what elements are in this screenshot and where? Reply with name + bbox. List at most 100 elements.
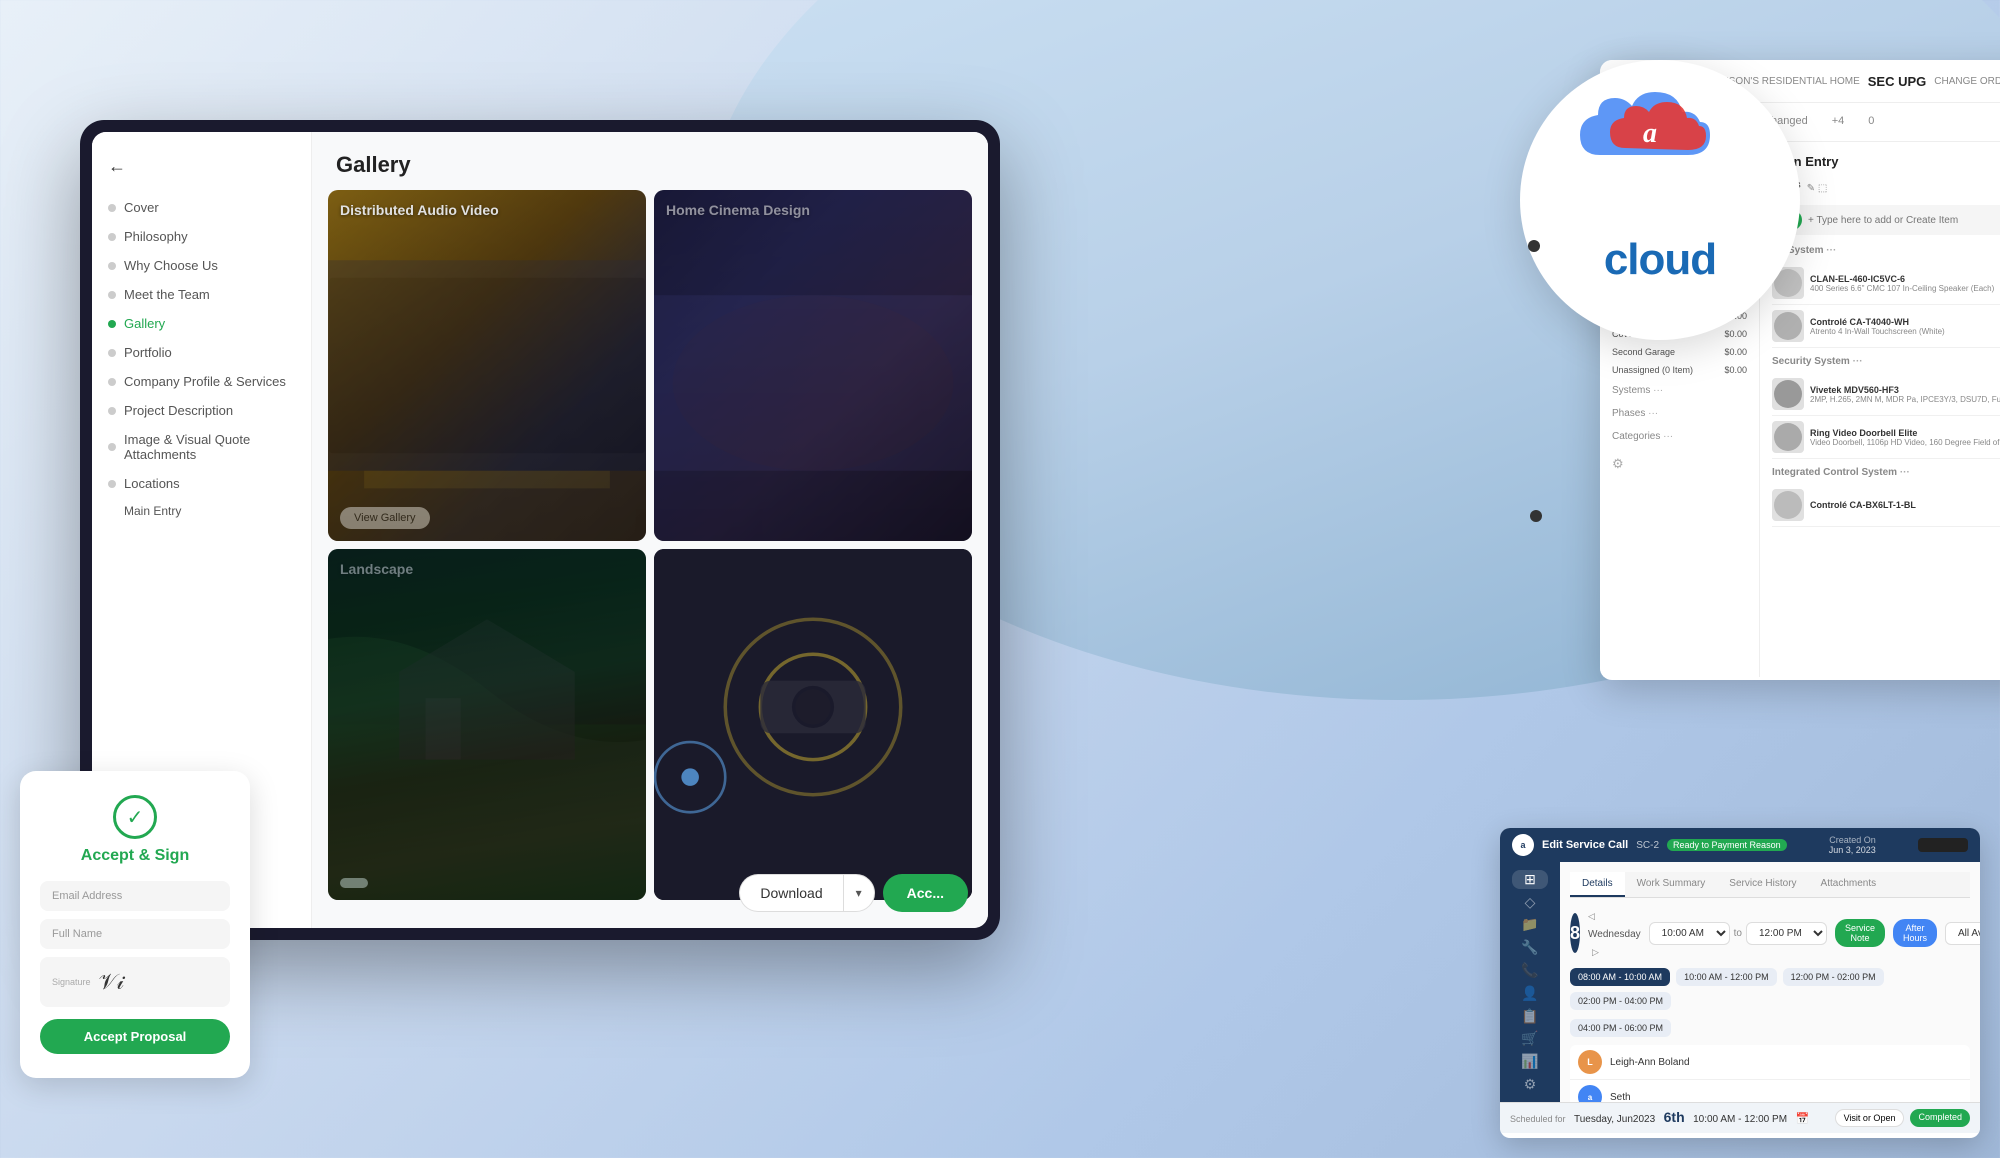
sp-nav-settings[interactable]: ⚙ <box>1512 1075 1548 1094</box>
sidebar-dot <box>108 262 116 270</box>
co-location-unassigned[interactable]: Unassigned (0 Item) $0.00 <box>1600 361 1759 379</box>
co-add-item-input[interactable] <box>1808 215 2000 226</box>
signature-area[interactable]: Signature 𝒱𝒾 <box>40 957 230 1007</box>
sp-tab-work-summary[interactable]: Work Summary <box>1625 872 1718 897</box>
acloud-text-label: cloud <box>1604 235 1716 285</box>
sp-date-badge: 8 <box>1570 913 1580 953</box>
email-field[interactable]: Email Address <box>40 881 230 911</box>
sp-created-info: Created On Jun 3, 2023 <box>1829 835 1876 855</box>
sp-nav-call[interactable]: 📞 <box>1512 961 1548 980</box>
sp-available-resources-select[interactable]: All Available Resources <box>1945 922 1980 945</box>
sp-nav-dashboard[interactable]: ⊞ <box>1512 870 1548 889</box>
co-location-second-garage[interactable]: Second Garage $0.00 <box>1600 343 1759 361</box>
sidebar-item-portfolio[interactable]: Portfolio <box>92 338 311 367</box>
sidebar-item-image-visual[interactable]: Image & Visual Quote Attachments <box>92 425 311 469</box>
download-button[interactable]: Download <box>739 874 842 912</box>
sp-body: ⊞ ◇ 📁 🔧 📞 👤 📋 🛒 📊 ⚙ Details Work Summary… <box>1500 862 1980 1102</box>
co-title: SEC UPG <box>1868 74 1927 89</box>
sp-time-from-select[interactable]: 10:00 AM <box>1649 922 1730 945</box>
co-settings-icon[interactable]: ⚙ <box>1600 448 1759 480</box>
sidebar-item-why-choose[interactable]: Why Choose Us <box>92 251 311 280</box>
sp-nav-service[interactable]: 🔧 <box>1512 938 1548 957</box>
sp-tab-service-history[interactable]: Service History <box>1717 872 1808 897</box>
gallery-item-landscape[interactable]: Landscape <box>328 549 646 900</box>
sp-nav-contacts[interactable]: 👤 <box>1512 984 1548 1003</box>
download-dropdown-btn[interactable]: ▾ <box>843 874 875 912</box>
cloud-svg: a <box>1570 80 1750 180</box>
sp-service-note-btn[interactable]: Service Note <box>1835 919 1885 947</box>
co-item-model: Ring Video Doorbell Elite <box>1810 428 2000 438</box>
sp-created-label: Created On <box>1829 835 1876 845</box>
notification-dot-2 <box>1530 510 1542 522</box>
co-item-row: Controlé CA-T4040-WH Atrento 4 In-Wall T… <box>1772 305 2000 348</box>
sp-tab-details[interactable]: Details <box>1570 872 1625 897</box>
co-item-row: CLAN-EL-460-IC5VC-6 400 Series 6.6" CMC … <box>1772 262 2000 305</box>
sp-tab-attachments[interactable]: Attachments <box>1809 872 1889 897</box>
full-name-field[interactable]: Full Name <box>40 919 230 949</box>
gallery-item-surveillance: Video Surveillance <box>654 549 972 900</box>
accept-proposal-btn[interactable]: Acc... <box>883 874 968 912</box>
co-item-thumbnail <box>1774 491 1802 519</box>
sidebar-item-company-profile[interactable]: Company Profile & Services <box>92 367 311 396</box>
sidebar-item-meet-team[interactable]: Meet the Team <box>92 280 311 309</box>
sp-nav-projects[interactable]: 📁 <box>1512 916 1548 935</box>
co-item-desc: Atrento 4 In-Wall Touchscreen (White) <box>1810 327 2000 336</box>
sidebar-item-philosophy[interactable]: Philosophy <box>92 222 311 251</box>
co-item-info: Controlé CA-T4040-WH Atrento 4 In-Wall T… <box>1810 317 2000 336</box>
accept-check-icon: ✓ <box>40 795 230 839</box>
co-item-img <box>1772 421 1804 453</box>
sidebar-item-project-desc[interactable]: Project Description <box>92 396 311 425</box>
sp-staff-row-1: a Seth <box>1570 1080 1970 1102</box>
sp-slot-1[interactable]: 10:00 AM - 12:00 PM <box>1676 968 1777 986</box>
sidebar-back-btn[interactable]: ← <box>92 148 311 193</box>
sp-slot-2[interactable]: 12:00 PM - 02:00 PM <box>1783 968 1884 986</box>
sidebar-item-gallery[interactable]: Gallery <box>92 309 311 338</box>
accept-proposal-button[interactable]: Accept Proposal <box>40 1019 230 1054</box>
sp-form-row: 8 ◁ Wednesday ▷ 10:00 AM to 12:00 PM Ser… <box>1570 906 1970 960</box>
co-item-info: CLAN-EL-460-IC5VC-6 400 Series 6.6" CMC … <box>1810 274 2000 293</box>
co-phases-section[interactable]: Phases ··· <box>1600 402 1759 425</box>
co-security-system-header: Security System ··· <box>1772 356 2000 367</box>
co-systems-section[interactable]: Systems ··· <box>1600 379 1759 402</box>
co-items-icons: ✎ ⬚ <box>1807 183 1828 194</box>
co-tab-0[interactable]: 0 <box>1856 107 1886 137</box>
sp-footer-actions: Visit or Open Completed <box>1835 1109 1970 1127</box>
sidebar-item-locations[interactable]: Locations <box>92 469 311 498</box>
sp-nav-reports[interactable]: 📊 <box>1512 1052 1548 1071</box>
sp-header: a Edit Service Call SC-2 Ready to Paymen… <box>1500 828 1980 862</box>
co-item-model: CLAN-EL-460-IC5VC-6 <box>1810 274 2000 284</box>
sp-after-hours-btn[interactable]: After Hours <box>1893 919 1937 947</box>
sp-completed-badge: Completed <box>1910 1109 1970 1127</box>
co-categories-section[interactable]: Categories ··· <box>1600 425 1759 448</box>
check-circle: ✓ <box>113 795 157 839</box>
sp-nav-catalogue[interactable]: 📋 <box>1512 1007 1548 1026</box>
sp-color-swatch <box>1918 838 1968 852</box>
gallery-item-audio-video[interactable]: Distributed Audio Video View Gallery <box>328 190 646 541</box>
co-item-thumbnail <box>1774 380 1802 408</box>
sp-slot-3[interactable]: 02:00 PM - 04:00 PM <box>1570 992 1671 1010</box>
sp-nav-orders[interactable]: 🛒 <box>1512 1030 1548 1049</box>
sidebar-item-cover[interactable]: Cover <box>92 193 311 222</box>
sp-slot-extra[interactable]: 04:00 PM - 06:00 PM <box>1570 1019 1671 1037</box>
sidebar-dot <box>108 233 116 241</box>
sp-title: Edit Service Call <box>1542 839 1628 851</box>
sp-staff-name-1: Seth <box>1610 1092 1962 1103</box>
sp-main-area: Details Work Summary Service History Att… <box>1560 862 1980 1102</box>
co-item-model: Controlé CA-BX6LT-1-BL <box>1810 500 2000 510</box>
notification-dot-1 <box>1528 240 1540 252</box>
co-item-row: Vivetek MDV560-HF3 2MP, H.265, 2MN M, MD… <box>1772 373 2000 416</box>
co-add-item-row[interactable]: + <box>1772 205 2000 235</box>
sp-time-range: 10:00 AM to 12:00 PM <box>1649 922 1827 945</box>
co-integrated-system-header: Integrated Control System ··· <box>1772 467 2000 478</box>
sp-slot-0[interactable]: 08:00 AM - 10:00 AM <box>1570 968 1670 986</box>
sidebar-dot <box>108 291 116 299</box>
sp-visit-btn[interactable]: Visit or Open <box>1835 1109 1905 1127</box>
co-item-desc: Video Doorbell, 1106p HD Video, 160 Degr… <box>1810 438 2000 447</box>
co-tab-plus4[interactable]: +4 <box>1820 107 1857 137</box>
sidebar-sub-main-entry[interactable]: Main Entry <box>92 498 311 524</box>
sp-time-to-select[interactable]: 12:00 PM <box>1746 922 1827 945</box>
sp-scheduled-day: 6th <box>1664 1109 1685 1125</box>
sp-nav-opportunities[interactable]: ◇ <box>1512 893 1548 912</box>
sp-to-label: to <box>1734 928 1742 939</box>
sp-staff-row-0: L Leigh-Ann Boland <box>1570 1045 1970 1080</box>
